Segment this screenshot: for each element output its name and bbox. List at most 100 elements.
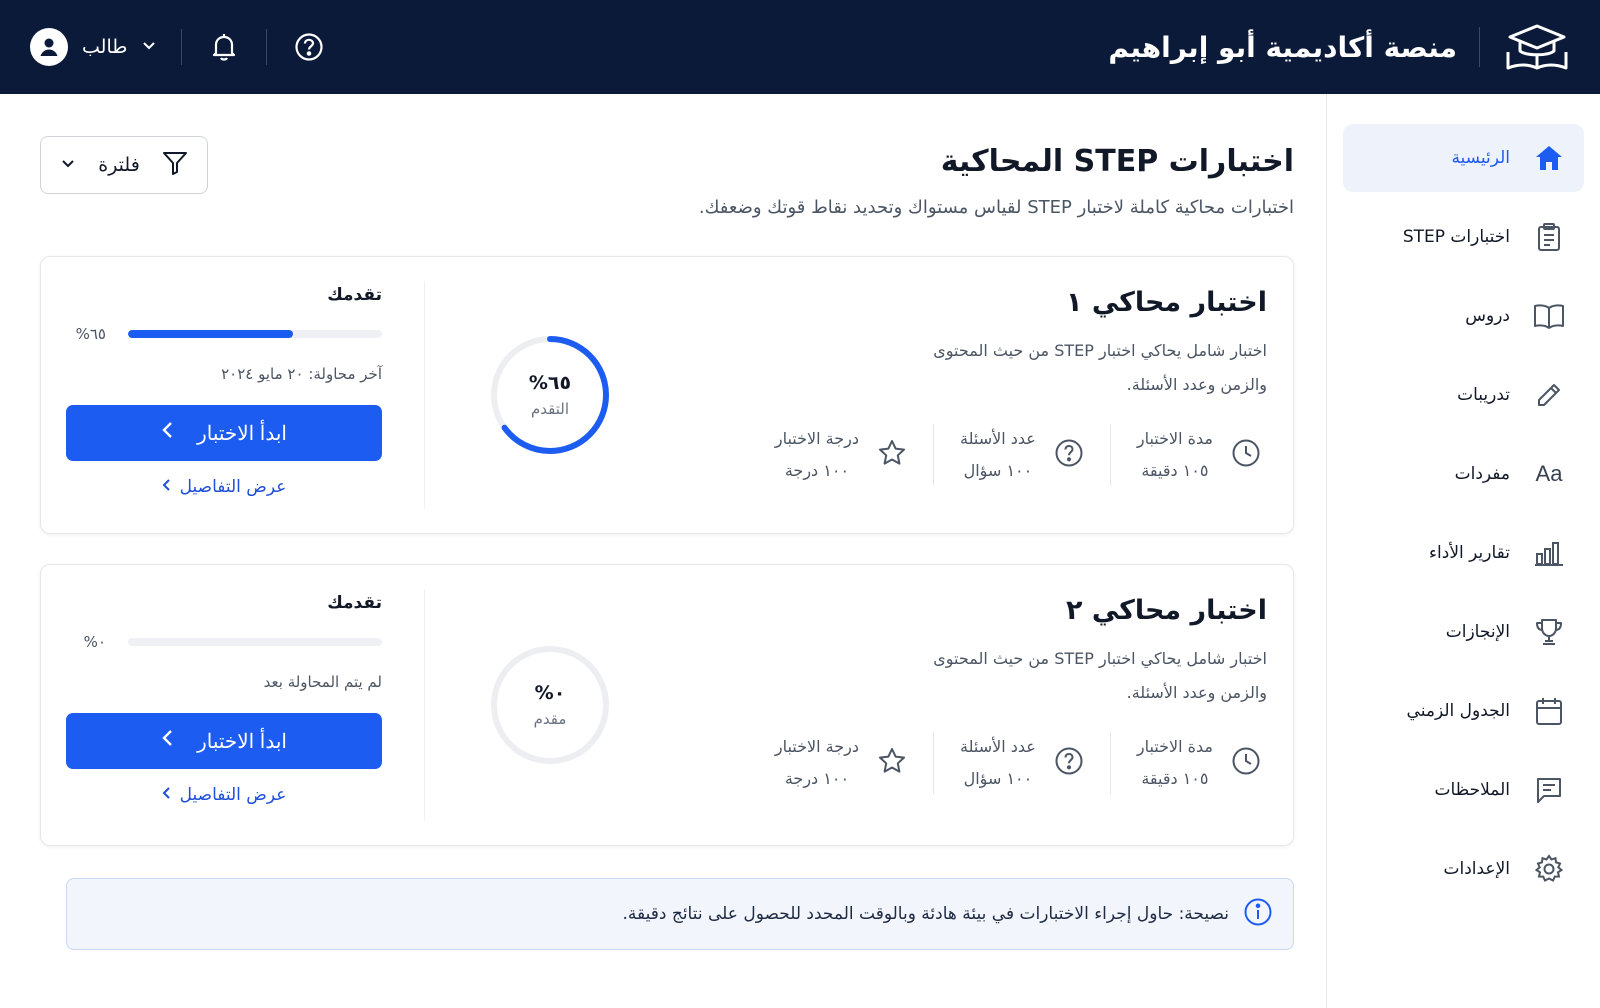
- test-card: اختبار محاكي ٢ اختبار شامل يحاكي اختبار …: [40, 564, 1294, 846]
- vocabulary-icon: Aa: [1535, 461, 1563, 486]
- progress-panel: تقدمك ٦٥% آخر محاولة: ٢٠ مايو ٢٠٢٤ ابدأ …: [66, 281, 425, 509]
- chevron-left-icon: [162, 785, 172, 805]
- sidebar-item-settings[interactable]: الإعدادات: [1343, 835, 1584, 903]
- question-icon: [1054, 438, 1084, 472]
- info-icon: [1243, 897, 1273, 932]
- progress-value: ٠%: [83, 633, 106, 651]
- start-label: ابدأ الاختبار: [197, 422, 287, 445]
- meta-duration: مدة الاختبار ١٠٥ دقيقة: [1109, 732, 1267, 794]
- filter-icon: [162, 150, 188, 181]
- filter-label: فلترة: [98, 154, 140, 176]
- progress-bar: [128, 330, 382, 338]
- chevron-down-icon: [60, 154, 76, 176]
- top-actions: طالب: [30, 28, 327, 66]
- divider: [266, 29, 268, 65]
- user-menu[interactable]: طالب: [30, 28, 157, 66]
- sidebar-item-reports[interactable]: تقارير الأداء: [1343, 519, 1584, 587]
- meta-value: ١٠٠ سؤال: [963, 769, 1033, 788]
- progress-ring: ٠% مقدم: [445, 589, 655, 821]
- progress-title: تقدمك: [327, 285, 382, 305]
- last-attempt-text: آخر محاولة: ٢٠ مايو ٢٠٢٤: [221, 365, 382, 383]
- clock-icon: [1231, 438, 1261, 472]
- progress-ring: ٦٥% التقدم: [445, 281, 655, 509]
- meta-label: درجة الاختبار: [774, 737, 859, 756]
- gear-icon: [1532, 852, 1566, 886]
- sidebar-item-home[interactable]: الرئيسية: [1343, 124, 1584, 192]
- meta-label: مدة الاختبار: [1136, 429, 1213, 448]
- start-test-button[interactable]: ابدأ الاختبار: [66, 405, 382, 461]
- sidebar-item-schedule[interactable]: الجدول الزمني: [1343, 677, 1584, 745]
- test-meta: مدة الاختبار ١٠٥ دقيقة عدد الأسئلة ١٠٠ س…: [655, 732, 1267, 794]
- sidebar-item-label: الجدول الزمني: [1406, 701, 1510, 721]
- bar-chart-icon: [1532, 536, 1566, 570]
- filter-button[interactable]: فلترة: [40, 136, 208, 194]
- sidebar-item-label: تقارير الأداء: [1429, 543, 1510, 563]
- chevron-down-icon: [141, 36, 157, 58]
- page-title: اختبارات STEP المحاكية: [940, 144, 1294, 179]
- trophy-icon: [1532, 615, 1566, 649]
- graduation-cap-icon: [1502, 19, 1572, 75]
- help-icon[interactable]: [291, 29, 327, 65]
- ring-caption: التقدم: [531, 400, 570, 418]
- clock-icon: [1231, 746, 1261, 780]
- test-description: اختبار شامل يحاكي اختبار STEP من حيث الم…: [933, 649, 1267, 702]
- progress-bar-fill: [128, 330, 294, 338]
- sidebar-item-notes[interactable]: الملاحظات: [1343, 756, 1584, 824]
- test-meta: مدة الاختبار ١٠٥ دقيقة عدد الأسئلة ١٠٠ س…: [655, 424, 1267, 486]
- meta-value: ١٠٠ درجة: [784, 769, 850, 788]
- meta-duration: مدة الاختبار ١٠٥ دقيقة: [1109, 424, 1267, 486]
- ring-caption: مقدم: [533, 710, 567, 728]
- progress-bar: [128, 638, 382, 646]
- sidebar-item-label: الرئيسية: [1451, 148, 1510, 168]
- book-icon: [1532, 299, 1566, 333]
- view-details-link[interactable]: عرض التفاصيل: [66, 785, 382, 805]
- meta-score: درجة الاختبار ١٠٠ درجة: [749, 732, 933, 794]
- status-text: لم يتم المحاولة بعد: [263, 673, 382, 691]
- home-icon: [1532, 141, 1566, 175]
- ring-percent: ٠%: [534, 682, 566, 704]
- progress-value: ٦٥%: [75, 325, 106, 343]
- meta-score: درجة الاختبار ١٠٠ درجة: [749, 424, 933, 486]
- sidebar-item-vocabulary[interactable]: Aa مفردات: [1343, 440, 1584, 508]
- test-card: اختبار محاكي ١ اختبار شامل يحاكي اختبار …: [40, 256, 1294, 534]
- sidebar-item-label: دروس: [1465, 306, 1510, 326]
- meta-questions: عدد الأسئلة ١٠٠ سؤال: [933, 424, 1110, 486]
- tip-banner: نصيحة: حاول إجراء الاختبارات في بيئة هاد…: [66, 878, 1294, 950]
- brand-title: منصة أكاديمية أبو إبراهيم: [1108, 30, 1457, 64]
- sidebar-item-lessons[interactable]: دروس: [1343, 282, 1584, 350]
- meta-questions: عدد الأسئلة ١٠٠ سؤال: [933, 732, 1110, 794]
- meta-label: مدة الاختبار: [1136, 737, 1213, 756]
- bell-icon[interactable]: [206, 29, 242, 65]
- sidebar-item-step-tests[interactable]: اختبارات STEP: [1343, 203, 1584, 271]
- test-title: اختبار محاكي ١: [1065, 287, 1267, 318]
- meta-label: عدد الأسئلة: [960, 429, 1036, 448]
- ring-percent: ٦٥%: [528, 372, 572, 394]
- sidebar-item-label: الإنجازات: [1445, 622, 1510, 642]
- page-subtitle: اختبارات محاكية كاملة لاختبار STEP لقياس…: [698, 197, 1294, 218]
- start-test-button[interactable]: ابدأ الاختبار: [66, 713, 382, 769]
- test-title: اختبار محاكي ٢: [1065, 595, 1267, 626]
- meta-value: ١٠٠ درجة: [784, 461, 850, 480]
- star-icon: [877, 746, 907, 780]
- brand: منصة أكاديمية أبو إبراهيم: [1108, 19, 1572, 75]
- sidebar-item-label: اختبارات STEP: [1402, 227, 1510, 247]
- user-icon: [30, 28, 68, 66]
- sidebar-item-exercises[interactable]: تدريبات: [1343, 361, 1584, 429]
- top-bar: منصة أكاديمية أبو إبراهيم طالب: [0, 0, 1600, 94]
- progress-panel: تقدمك ٠% لم يتم المحاولة بعد ابدأ الاختب…: [66, 589, 425, 821]
- sidebar: الرئيسية اختبارات STEP دروس تدريبات Aa م…: [1326, 94, 1600, 1008]
- main-content: اختبارات STEP المحاكية اختبارات محاكية ك…: [0, 94, 1326, 1008]
- sidebar-item-achievements[interactable]: الإنجازات: [1343, 598, 1584, 666]
- sidebar-item-label: مفردات: [1454, 464, 1510, 484]
- progress-title: تقدمك: [327, 593, 382, 613]
- chevron-left-icon: [161, 729, 175, 753]
- question-icon: [1054, 746, 1084, 780]
- brand-separator: [1479, 27, 1480, 67]
- test-info: اختبار محاكي ١ اختبار شامل يحاكي اختبار …: [655, 281, 1267, 509]
- chevron-left-icon: [162, 477, 172, 497]
- test-info: اختبار محاكي ٢ اختبار شامل يحاكي اختبار …: [655, 589, 1267, 821]
- clipboard-icon: [1532, 220, 1566, 254]
- page-header: اختبارات STEP المحاكية اختبارات محاكية ك…: [40, 136, 1294, 218]
- view-details-link[interactable]: عرض التفاصيل: [66, 477, 382, 497]
- start-label: ابدأ الاختبار: [197, 730, 287, 753]
